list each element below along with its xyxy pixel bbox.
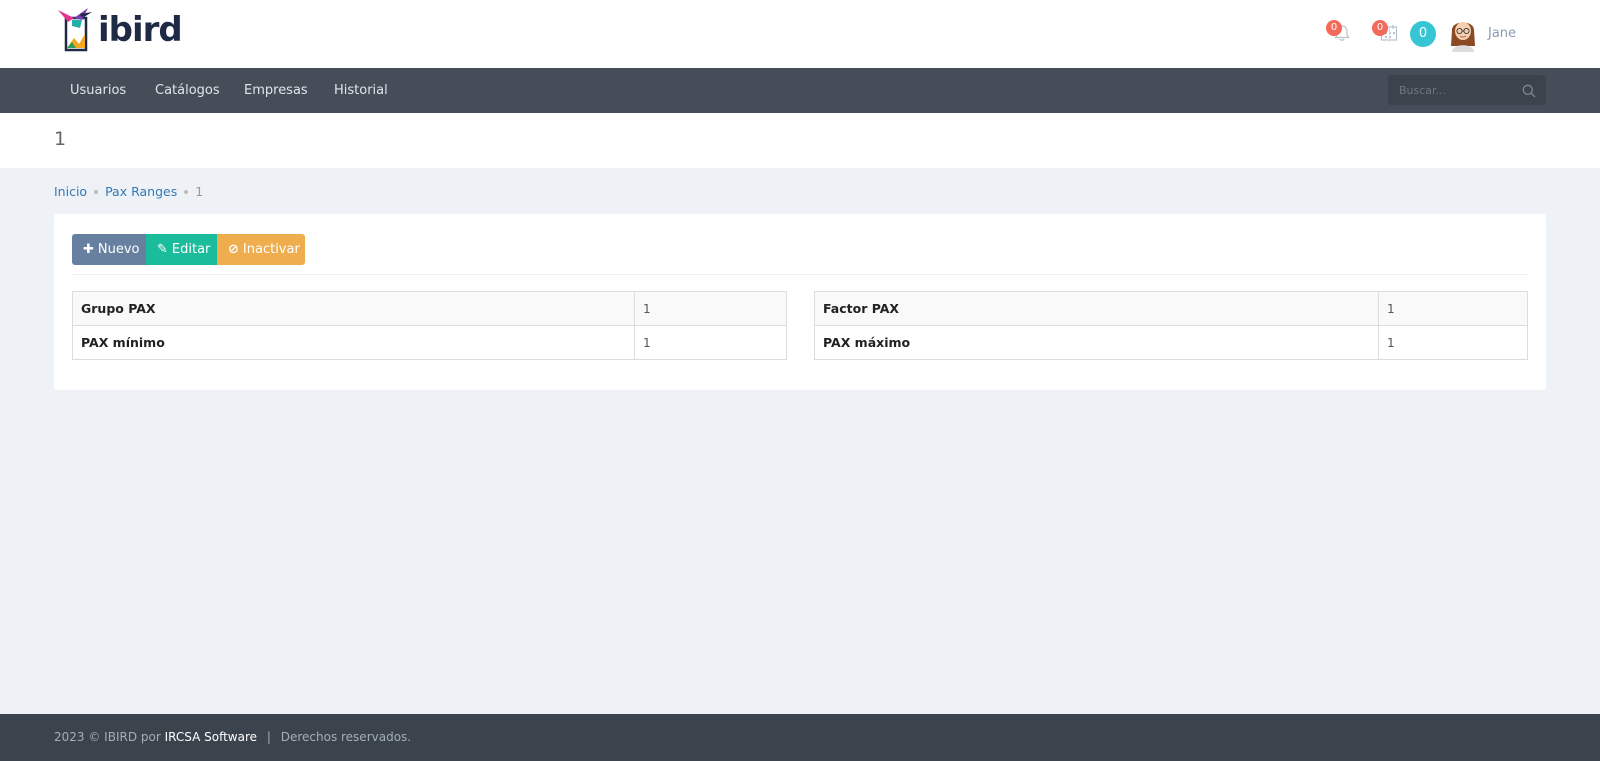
notifications-button[interactable]: 0: [1326, 18, 1356, 48]
footer-rights: Derechos reservados.: [280, 730, 412, 744]
plus-icon: ✚: [83, 242, 94, 257]
breadcrumb-separator: [94, 189, 99, 194]
pencil-icon: ✎: [157, 242, 168, 257]
edit-button[interactable]: ✎ Editar: [146, 234, 217, 265]
details-table-right: Factor PAX 1 PAX máximo 1: [814, 291, 1528, 360]
ban-icon: ⊘: [228, 242, 239, 257]
nav-item-historial[interactable]: Historial: [334, 68, 388, 113]
pax-maximo-value: 1: [1378, 325, 1528, 360]
table-row: PAX máximo 1: [814, 325, 1528, 360]
avatar[interactable]: [1448, 16, 1478, 52]
new-button[interactable]: ✚ Nuevo: [72, 234, 146, 265]
inactivate-button-label: Inactivar: [242, 242, 300, 257]
nav-item-empresas[interactable]: Empresas: [244, 68, 308, 113]
detail-portlet: ✚ Nuevo ✎ Editar ⊘ Inactivar Grupo PAX 1…: [54, 214, 1546, 390]
details-table-left: Grupo PAX 1 PAX mínimo 1: [72, 291, 787, 360]
logo-text: ibird: [98, 10, 183, 50]
notifications-badge: 0: [1326, 20, 1342, 36]
edit-button-label: Editar: [171, 242, 211, 257]
breadcrumb-pax-ranges[interactable]: Pax Ranges: [105, 184, 177, 199]
breadcrumb: Inicio Pax Ranges 1: [54, 184, 203, 199]
page-title: 1: [54, 128, 67, 150]
inbox-badge[interactable]: 0: [1410, 21, 1436, 47]
footer-copyright: 2023 © IBIRD por: [54, 730, 161, 744]
search-input[interactable]: [1388, 75, 1508, 105]
inactivate-button[interactable]: ⊘ Inactivar: [217, 234, 305, 265]
pax-maximo-label: PAX máximo: [814, 325, 1379, 360]
nav-item-usuarios[interactable]: Usuarios: [70, 68, 126, 113]
table-row: Grupo PAX 1: [72, 291, 787, 326]
divider: [72, 274, 1528, 275]
pax-minimo-label: PAX mínimo: [72, 325, 635, 360]
top-header: ibird 0 0 0 Jane: [0, 0, 1600, 68]
footer-company-link[interactable]: IRCSA Software: [165, 730, 257, 744]
breadcrumb-inicio[interactable]: Inicio: [54, 184, 87, 199]
logo[interactable]: ibird: [54, 4, 183, 54]
table-row: PAX mínimo 1: [72, 325, 787, 360]
footer: 2023 © IBIRD por IRCSA Software | Derech…: [0, 714, 1600, 761]
grupo-pax-label: Grupo PAX: [72, 291, 635, 326]
hummingbird-logo-icon: [58, 8, 92, 52]
breadcrumb-current: 1: [195, 184, 204, 199]
table-row: Factor PAX 1: [814, 291, 1528, 326]
breadcrumb-separator: [184, 189, 189, 194]
nav-item-catalogos[interactable]: Catálogos: [155, 68, 220, 113]
main-nav: Usuarios Catálogos Empresas Historial: [0, 68, 1600, 113]
footer-separator: |: [266, 730, 271, 744]
header-toolbar: 0 0 0 Jane: [1260, 0, 1600, 68]
header-divider: [1389, 26, 1390, 42]
search-icon[interactable]: [1522, 84, 1536, 98]
page-title-bar: 1: [0, 113, 1600, 168]
factor-pax-label: Factor PAX: [814, 291, 1379, 326]
calendar-badge: 0: [1372, 20, 1388, 36]
calendar-button[interactable]: 0: [1372, 18, 1402, 48]
new-button-label: Nuevo: [97, 242, 140, 257]
footer-text: 2023 © IBIRD por IRCSA Software | Derech…: [54, 730, 411, 744]
factor-pax-value: 1: [1378, 291, 1528, 326]
grupo-pax-value: 1: [634, 291, 787, 326]
pax-minimo-value: 1: [634, 325, 787, 360]
user-name[interactable]: Jane: [1488, 26, 1516, 41]
action-buttons: ✚ Nuevo ✎ Editar ⊘ Inactivar: [72, 234, 305, 265]
search-box: [1388, 75, 1546, 105]
